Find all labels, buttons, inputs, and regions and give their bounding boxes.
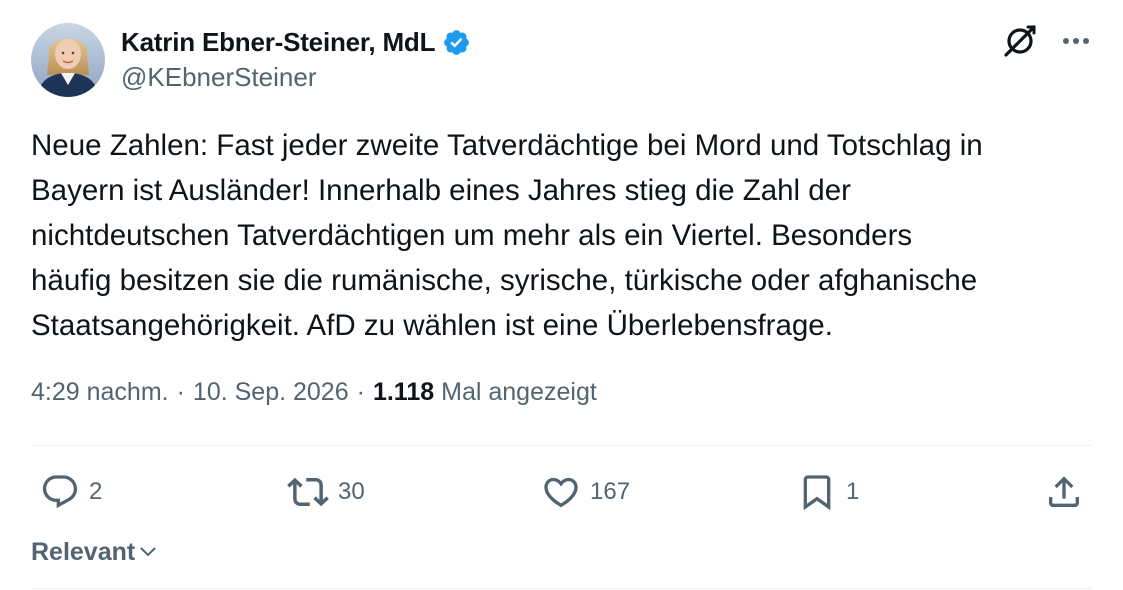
meta-separator: · — [176, 378, 185, 406]
heart-icon — [541, 472, 581, 512]
bookmark-count: 1 — [846, 478, 860, 505]
divider — [31, 588, 1092, 589]
grok-icon[interactable] — [1001, 22, 1039, 60]
bookmark-button[interactable]: 1 — [797, 472, 859, 512]
reply-sort-dropdown[interactable]: Relevant — [31, 536, 158, 569]
reply-button[interactable]: 2 — [40, 472, 102, 512]
sort-label: Relevant — [31, 538, 136, 566]
repost-button[interactable]: 30 — [287, 472, 365, 512]
author-info: Katrin Ebner-Steiner, MdL @KEbnerSteiner — [121, 25, 471, 93]
verified-badge-icon[interactable] — [442, 28, 471, 57]
display-name[interactable]: Katrin Ebner-Steiner, MdL — [121, 27, 435, 58]
more-icon[interactable] — [1059, 24, 1093, 58]
repost-icon — [287, 471, 329, 513]
repost-count: 30 — [338, 478, 365, 505]
like-count: 167 — [590, 478, 631, 505]
avatar-image — [31, 23, 105, 97]
tweet-header-actions — [1001, 22, 1093, 60]
divider — [31, 445, 1092, 446]
share-icon — [1044, 472, 1084, 512]
tweet-card: Katrin Ebner-Steiner, MdL @KEbnerSteiner — [0, 0, 1123, 590]
reply-icon — [40, 472, 80, 512]
avatar[interactable] — [31, 23, 105, 97]
meta-separator: · — [356, 378, 365, 406]
reply-count: 2 — [89, 478, 103, 505]
author-name-row: Katrin Ebner-Steiner, MdL — [121, 25, 471, 59]
tweet-date[interactable]: 10. Sep. 2026 — [193, 378, 349, 407]
author-handle[interactable]: @KEbnerSteiner — [121, 62, 471, 93]
chevron-down-icon — [138, 540, 158, 569]
share-button[interactable] — [1044, 472, 1084, 512]
tweet-time[interactable]: 4:29 nachm. — [31, 378, 169, 407]
like-button[interactable]: 167 — [541, 472, 630, 512]
views-count[interactable]: 1.118 — [373, 378, 434, 407]
tweet-text: Neue Zahlen: Fast jeder zweite Tatverdäc… — [31, 129, 983, 342]
bookmark-icon — [797, 472, 837, 512]
tweet-meta: 4:29 nachm. · 10. Sep. 2026 · 1.118 Mal … — [31, 378, 597, 407]
views-label[interactable]: Mal angezeigt — [441, 378, 597, 407]
